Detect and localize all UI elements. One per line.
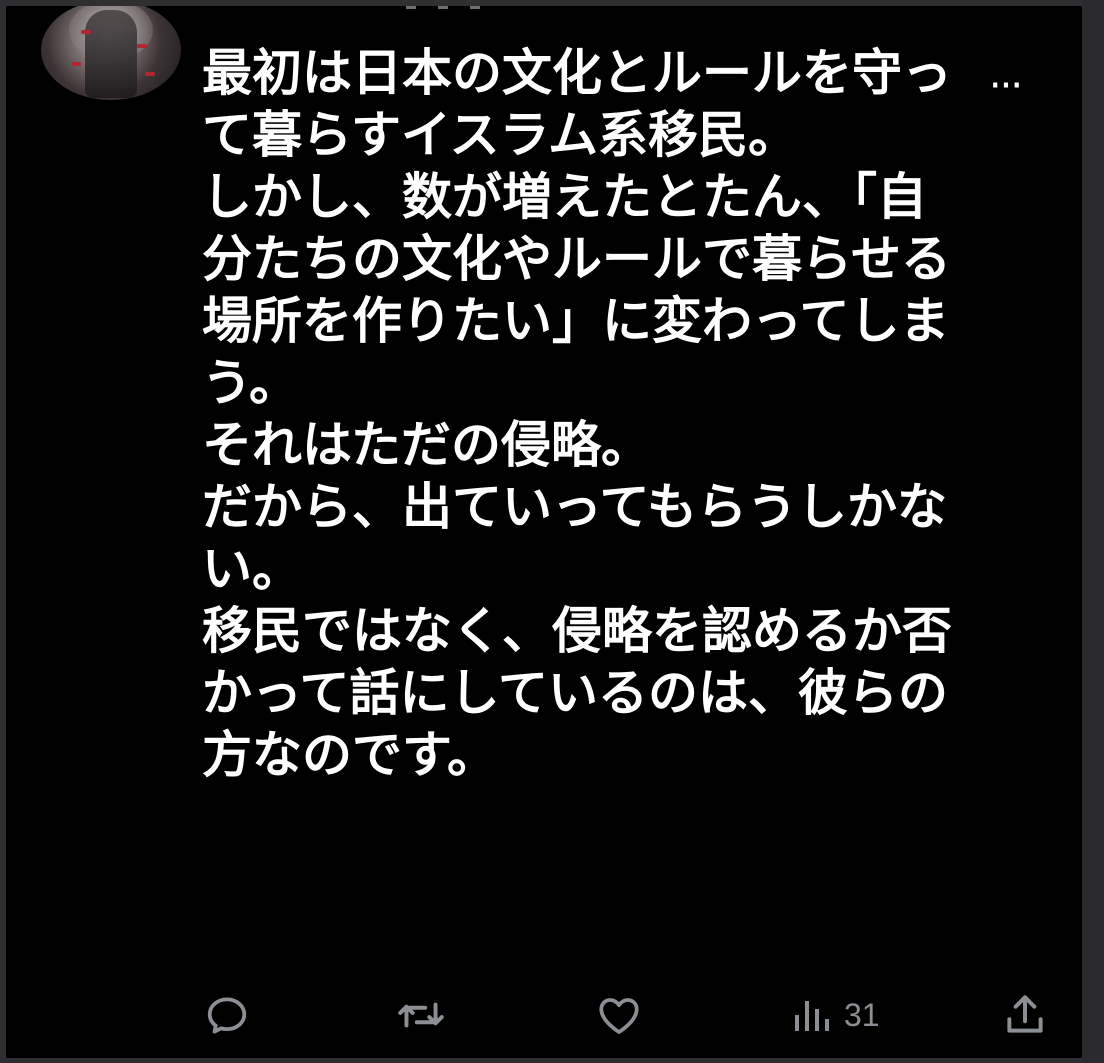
- tweet-text-line: 場所を作りたい」に変わってしま: [202, 292, 950, 350]
- tweet-text-line: 方なのです。: [202, 726, 497, 784]
- tweet-text-line: それはただの侵略。: [202, 416, 651, 474]
- retweet-icon: [398, 1002, 444, 1028]
- screenshot-frame: ··· 最初は日本の文化とルールを守っ て暮らすイスラム系移民。 しかし、数が増…: [0, 0, 1104, 1063]
- window-gutter: [1082, 0, 1104, 1063]
- retweet-button[interactable]: [394, 990, 448, 1040]
- tweet-text-line: 移民ではなく、侵略を認めるか否: [202, 602, 952, 660]
- views-button[interactable]: 31: [792, 990, 880, 1040]
- tweet-text-line: 分たちの文化やルールで暮らせる: [202, 230, 951, 288]
- tweet-text: 最初は日本の文化とルールを守っ て暮らすイスラム系移民。 しかし、数が増えたとた…: [202, 42, 1062, 786]
- views-count: 31: [844, 996, 880, 1033]
- heart-icon: [599, 998, 639, 1034]
- tweet-panel: ··· 最初は日本の文化とルールを守っ て暮らすイスラム系移民。 しかし、数が増…: [6, 6, 1082, 1058]
- tweet-text-line: う。: [202, 354, 299, 412]
- tweet-text-line: 最初は日本の文化とルールを守っ: [202, 44, 952, 102]
- reply-button[interactable]: [202, 990, 252, 1040]
- reply-icon: [207, 997, 247, 1034]
- tweet-action-bar: 31: [202, 990, 1052, 1040]
- share-icon: [1007, 995, 1043, 1033]
- tweet-text-line: かって話にしているのは、彼らの: [202, 664, 948, 722]
- tweet-text-line: て暮らすイスラム系移民。: [202, 106, 798, 164]
- like-button[interactable]: [594, 990, 644, 1040]
- tweet-text-line: い。: [202, 540, 302, 598]
- views-icon: [795, 1001, 829, 1031]
- share-button[interactable]: [1000, 990, 1050, 1040]
- tweet-text-line: しかし、数が増えたとたん、「自: [202, 168, 927, 226]
- clipped-header: [406, 6, 526, 9]
- avatar[interactable]: [41, 6, 181, 100]
- tweet-text-line: だから、出ていってもらうしかな: [202, 478, 947, 536]
